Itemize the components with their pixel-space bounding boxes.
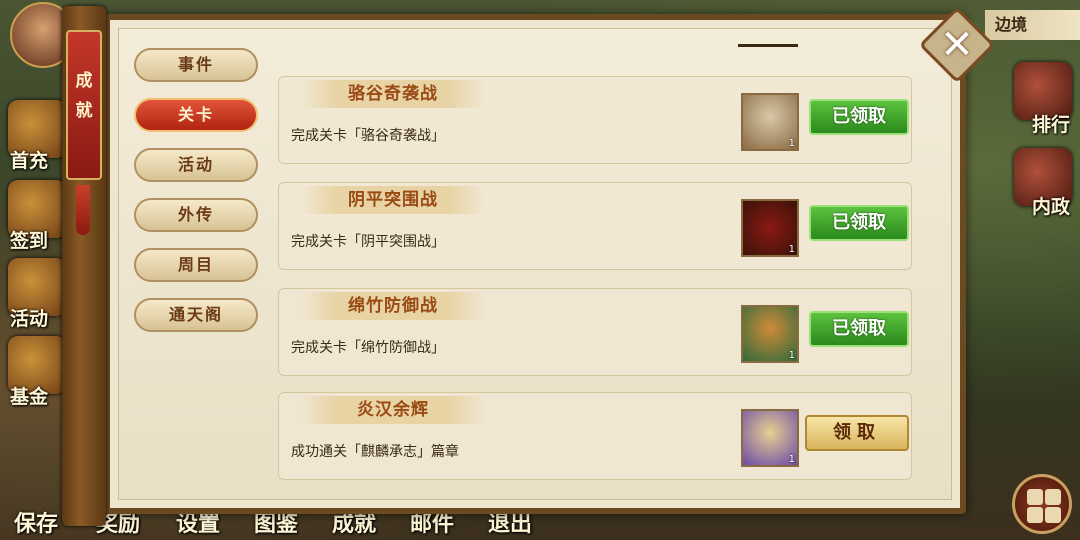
tab-events[interactable]: 事件 xyxy=(134,48,258,82)
reward-quantity: 1 xyxy=(788,454,795,465)
region-label: 边境 xyxy=(985,10,1080,40)
achievement-desc: 完成关卡「阴平突围战」 xyxy=(291,234,445,250)
achievement-desc: 完成关卡「绵竹防御战」 xyxy=(291,340,445,356)
achievement-title: 阴平突围战 xyxy=(348,190,438,210)
tab-activities[interactable]: 活动 xyxy=(134,148,258,182)
scroll-indicator xyxy=(738,44,798,47)
reward-quantity: 1 xyxy=(788,350,795,361)
achievement-desc: 成功通关「麒麟承志」篇章 xyxy=(291,444,459,460)
claimed-button[interactable]: 已领取 xyxy=(809,205,909,241)
sign-in-label: 签到 xyxy=(10,230,49,252)
main-menu-button[interactable] xyxy=(1012,474,1072,534)
achievement-title: 炎汉余辉 xyxy=(357,400,429,420)
achievement-title: 骆谷奇袭战 xyxy=(348,84,438,104)
fund-label: 基金 xyxy=(10,386,49,408)
close-icon[interactable]: ✕ xyxy=(930,18,984,72)
chest-icon[interactable]: 1 xyxy=(741,199,799,257)
book-icon[interactable]: 1 xyxy=(741,409,799,467)
reward-quantity: 1 xyxy=(788,138,795,149)
panel-title-banner: 成 就 xyxy=(66,30,102,180)
claimed-button[interactable]: 已领取 xyxy=(809,311,909,347)
ranking-label: 排行 xyxy=(1031,114,1070,136)
tassel-decoration xyxy=(76,185,90,235)
achievement-title: 绵竹防御战 xyxy=(348,296,438,316)
achievement-card: 骆谷奇袭战 完成关卡「骆谷奇袭战」 1 已领取 xyxy=(278,76,912,164)
achievement-card: 绵竹防御战 完成关卡「绵竹防御战」 1 已领取 xyxy=(278,288,912,376)
tab-stages[interactable]: 关卡 xyxy=(134,98,258,132)
reward-quantity: 1 xyxy=(788,244,795,255)
first-recharge-label: 首充 xyxy=(10,150,49,172)
achievement-card: 炎汉余辉 成功通关「麒麟承志」篇章 1 领取 xyxy=(278,392,912,480)
drum-icon[interactable]: 1 xyxy=(741,305,799,363)
tab-side-stories[interactable]: 外传 xyxy=(134,198,258,232)
panel-title-char-2: 就 xyxy=(75,101,93,121)
events-label: 活动 xyxy=(10,308,49,330)
claimed-button[interactable]: 已领取 xyxy=(809,99,909,135)
achievement-desc: 完成关卡「骆谷奇袭战」 xyxy=(291,128,445,144)
tab-playthrough[interactable]: 周目 xyxy=(134,248,258,282)
internal-affairs-label: 内政 xyxy=(1031,196,1070,218)
achievement-card: 阴平突围战 完成关卡「阴平突围战」 1 已领取 xyxy=(278,182,912,270)
claim-button[interactable]: 领取 xyxy=(805,415,909,451)
bottom-menu-save[interactable]: 保存 xyxy=(14,506,58,538)
tab-tongtian-pavilion[interactable]: 通天阁 xyxy=(134,298,258,332)
panel-title-char-1: 成 xyxy=(75,71,93,91)
vase-icon[interactable]: 1 xyxy=(741,93,799,151)
left-hud: 首充 签到 活动 基金 xyxy=(0,0,76,540)
